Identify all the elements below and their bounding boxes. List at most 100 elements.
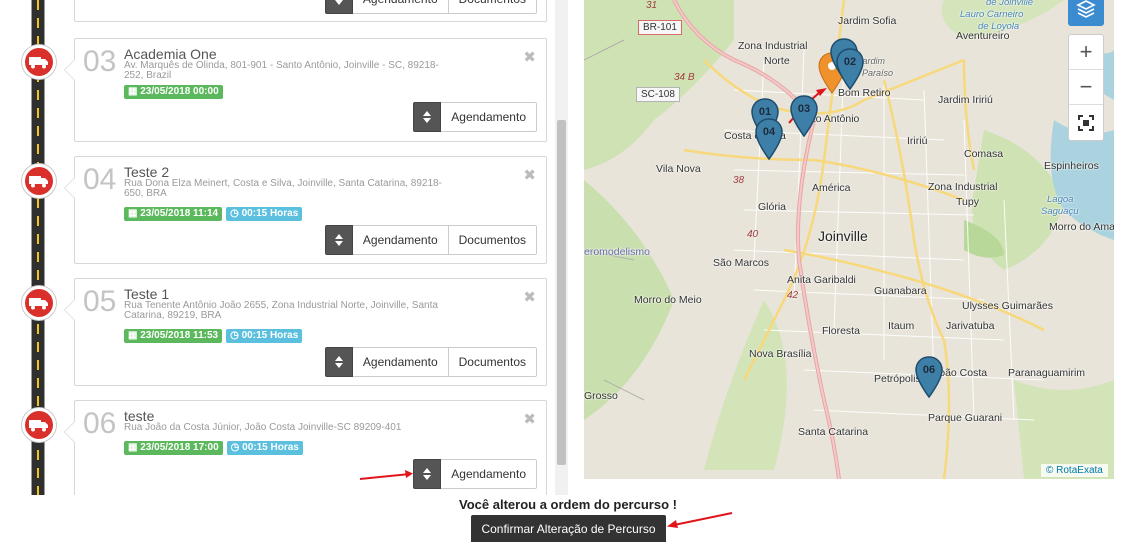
- close-icon[interactable]: ✖: [523, 412, 536, 427]
- pin-label: 03: [797, 103, 811, 115]
- duration-badge: ◷ 00:15 Horas: [226, 441, 303, 455]
- date-badge: ▦ 23/05/2018 00:00: [124, 85, 223, 99]
- map-place-label: Lauro Carneiro: [960, 9, 1024, 20]
- reorder-button[interactable]: [324, 0, 353, 14]
- map-place-label: Vila Nova: [656, 163, 701, 175]
- pin-label: 01: [758, 106, 772, 118]
- map-city-label: Joinville: [818, 228, 868, 244]
- stop-actions: Agendamento Documentos: [324, 225, 537, 255]
- stop-pin[interactable]: 02: [835, 48, 865, 91]
- stop-number: 04: [83, 163, 117, 196]
- annotation-arrow: [359, 470, 413, 480]
- pin-label: 06: [922, 364, 936, 376]
- stop-badges: ▦ 23/05/2018 17:00 ◷ 00:15 Horas: [124, 441, 303, 455]
- truck-marker: [22, 164, 56, 198]
- map-place-label: Nova Brasília: [749, 348, 812, 360]
- stop-address: Av. Marquês de Olinda, 801-901 - Santo A…: [124, 60, 439, 81]
- map-place-label: Itaum: [888, 320, 915, 332]
- map-place-label: Floresta: [822, 325, 860, 337]
- stop-actions: Agendamento Documentos: [324, 0, 537, 14]
- road-number: 31: [646, 0, 658, 11]
- map-pin-icon: [790, 95, 818, 138]
- fit-bounds-button[interactable]: [1069, 105, 1103, 140]
- documents-button[interactable]: Documentos: [448, 225, 537, 255]
- map-place-label: Espinheiros: [1044, 160, 1099, 172]
- map-controls: + −: [1068, 34, 1104, 141]
- truck-icon: [29, 420, 48, 432]
- pin-label: 02: [843, 56, 857, 68]
- stop-pin[interactable]: 06: [914, 356, 944, 399]
- sort-icon: [334, 0, 343, 5]
- road-shield: SC-108: [636, 87, 680, 102]
- road-number: 42: [787, 290, 799, 301]
- route-panel[interactable]: Agendamento Documentos 03 Academia One A…: [0, 0, 568, 495]
- zoom-out-button[interactable]: −: [1069, 70, 1103, 105]
- zoom-in-button[interactable]: +: [1069, 35, 1103, 70]
- map-place-label: Norte: [764, 55, 790, 67]
- map-water-label: Lagoa: [1047, 194, 1074, 205]
- map-pin-icon: [755, 118, 783, 161]
- stop-actions: Agendamento Documentos: [324, 347, 537, 377]
- schedule-button[interactable]: Agendamento: [352, 347, 449, 377]
- stop-title: Teste 2: [124, 164, 170, 180]
- stop-card: 03 Academia One Av. Marquês de Olinda, 8…: [64, 38, 547, 142]
- scrollbar-thumb[interactable]: [557, 120, 566, 465]
- map-place-label: Jardim Sofia: [838, 15, 897, 27]
- stop-number: 06: [83, 407, 117, 440]
- map-place-label: Morro do Ama: [1049, 221, 1114, 233]
- stop-badges: ▦ 23/05/2018 00:00: [124, 85, 223, 99]
- stop-card: 05 Teste 1 Rua Tenente Antônio João 2655…: [64, 278, 547, 386]
- map-place-label: Jardim Iririú: [938, 94, 993, 106]
- truck-marker: [22, 45, 56, 79]
- route-map[interactable]: Jardim Sofia Zona Industrial Norte Avent…: [584, 0, 1114, 479]
- stop-title: Teste 1: [124, 286, 170, 302]
- stop-badges: ▦ 23/05/2018 11:53 ◷ 00:15 Horas: [124, 329, 303, 343]
- truck-icon: [29, 57, 48, 69]
- documents-button[interactable]: Documentos: [448, 347, 537, 377]
- stop-card: 04 Teste 2 Rua Dona Elza Meinert, Costa …: [64, 156, 547, 264]
- reorder-button[interactable]: [324, 347, 353, 377]
- reorder-button[interactable]: [324, 225, 353, 255]
- map-place-label: Ulysses Guimarães: [962, 300, 1054, 312]
- stop-title: teste: [124, 408, 155, 424]
- sort-icon: [423, 111, 432, 123]
- layers-button[interactable]: [1068, 0, 1104, 26]
- map-place-label: Iririú: [907, 135, 928, 147]
- map-place-label: de Joinville: [986, 0, 1033, 8]
- stop-badges: ▦ 23/05/2018 11:14 ◷ 00:15 Horas: [124, 207, 303, 221]
- stop-pin[interactable]: 04: [754, 118, 784, 161]
- map-place-label: Guanabara: [874, 285, 927, 297]
- stop-address: Rua João da Costa Júnior, João Costa Joi…: [124, 422, 402, 433]
- map-attribution[interactable]: © RotaExata: [1041, 464, 1108, 477]
- confirm-route-change-button[interactable]: Confirmar Alteração de Percurso: [471, 515, 666, 542]
- date-badge: ▦ 23/05/2018 11:14: [124, 207, 223, 221]
- map-place-label: Zona Industrial: [738, 40, 808, 52]
- stop-address: Rua Dona Elza Meinert, Costa e Silva, Jo…: [124, 178, 442, 199]
- layers-icon: [1076, 0, 1096, 18]
- schedule-button[interactable]: Agendamento: [352, 225, 449, 255]
- map-place-label: Parque Guarani: [928, 412, 1003, 424]
- map-place-label: Zona Industrial: [928, 181, 998, 193]
- close-icon[interactable]: ✖: [523, 168, 536, 183]
- map-pin-icon: [915, 356, 943, 399]
- pin-label: 04: [762, 126, 776, 138]
- map-place-label: Santa Catarina: [798, 426, 869, 438]
- stop-number: 03: [83, 45, 117, 78]
- close-icon[interactable]: ✖: [523, 290, 536, 305]
- stop-card: Agendamento Documentos: [74, 0, 547, 22]
- documents-button[interactable]: Documentos: [448, 0, 537, 14]
- map-place-label: Paranaguamirim: [1008, 367, 1086, 379]
- schedule-button[interactable]: Agendamento: [352, 0, 449, 14]
- stop-pin[interactable]: 03: [789, 95, 819, 138]
- schedule-button[interactable]: Agendamento: [441, 459, 537, 489]
- map-place-label: Morro do Meio: [634, 294, 702, 306]
- map-place-label: Grosso: [584, 390, 618, 402]
- map-place-label: Jarivatuba: [946, 320, 995, 332]
- duration-badge: ◷ 00:15 Horas: [226, 329, 303, 343]
- map-place-label: Comasa: [964, 148, 1004, 160]
- schedule-button[interactable]: Agendamento: [441, 102, 537, 132]
- close-icon[interactable]: ✖: [523, 50, 536, 65]
- map-place-label: eromodelismo: [584, 246, 650, 258]
- stop-card: 06 teste Rua João da Costa Júnior, João …: [64, 400, 547, 495]
- reorder-button[interactable]: [413, 102, 442, 132]
